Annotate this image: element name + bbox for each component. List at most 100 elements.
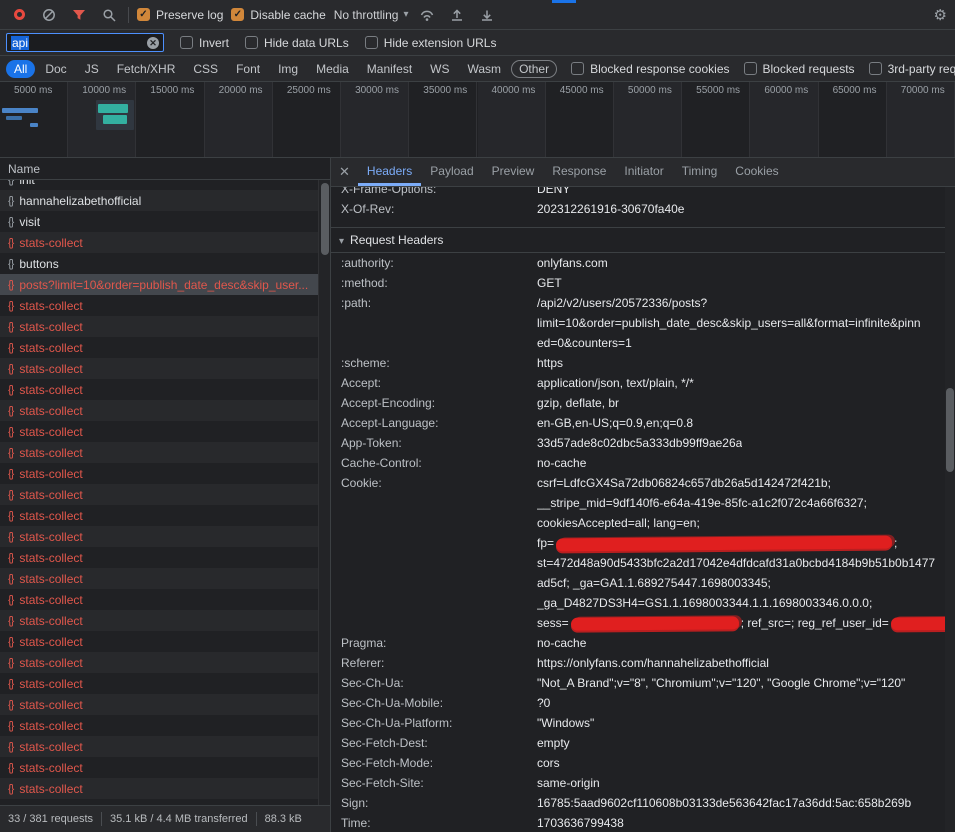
request-row[interactable]: {}buttons — [0, 253, 318, 274]
filter-chip-manifest[interactable]: Manifest — [359, 60, 420, 78]
filter-chip-css[interactable]: CSS — [185, 60, 226, 78]
header-name: Accept-Language: — [341, 413, 537, 433]
request-row[interactable]: {}stats-collect — [0, 631, 318, 652]
record-button[interactable] — [8, 4, 30, 26]
close-icon[interactable]: ✕ — [339, 164, 350, 180]
network-toolbar: ✓ Preserve log ✓ Disable cache No thrott… — [0, 0, 955, 30]
details-tab-preview[interactable]: Preview — [483, 158, 544, 186]
header-name: :method: — [341, 273, 537, 293]
filter-chip-other[interactable]: Other — [511, 60, 557, 78]
header-name: Sec-Fetch-Mode: — [341, 753, 537, 773]
hide-extension-urls-checkbox[interactable]: Hide extension URLs — [365, 36, 497, 50]
request-name: stats-collect — [19, 446, 82, 460]
request-row[interactable]: {}stats-collect — [0, 232, 318, 253]
throttling-select[interactable]: No throttling ▾ — [334, 8, 409, 22]
request-row[interactable]: {}stats-collect — [0, 337, 318, 358]
request-row[interactable]: {}stats-collect — [0, 778, 318, 799]
filter-chip-img[interactable]: Img — [270, 60, 306, 78]
details-tab-headers[interactable]: Headers — [358, 158, 421, 186]
request-row[interactable]: {}stats-collect — [0, 379, 318, 400]
header-row: Accept-Encoding:gzip, deflate, br — [331, 393, 945, 413]
request-row[interactable]: {}stats-collect — [0, 673, 318, 694]
disable-cache-checkbox[interactable]: ✓ Disable cache — [231, 8, 325, 22]
details-tab-initiator[interactable]: Initiator — [615, 158, 672, 186]
request-row[interactable]: {}stats-collect — [0, 589, 318, 610]
name-column-header[interactable]: Name — [0, 158, 330, 180]
export-har-button[interactable] — [476, 4, 498, 26]
request-row[interactable]: {}init — [0, 180, 318, 190]
request-row[interactable]: {}stats-collect — [0, 316, 318, 337]
request-headers-section-header[interactable]: ▾Request Headers — [331, 227, 945, 253]
request-row[interactable]: {}stats-collect — [0, 358, 318, 379]
blocked-requests-checkbox[interactable]: Blocked requests — [744, 62, 855, 76]
request-name: stats-collect — [19, 299, 82, 313]
filter-chip-all[interactable]: All — [6, 60, 35, 78]
request-name: stats-collect — [19, 677, 82, 691]
request-name: stats-collect — [19, 530, 82, 544]
third-party-requests-checkbox[interactable]: 3rd-party requests — [869, 62, 955, 76]
request-row[interactable]: {}stats-collect — [0, 295, 318, 316]
json-braces-icon: {} — [8, 180, 13, 186]
json-braces-icon: {} — [8, 699, 13, 711]
timeline-overview[interactable]: 5000 ms10000 ms15000 ms20000 ms25000 ms3… — [0, 82, 955, 158]
network-conditions-button[interactable] — [416, 4, 438, 26]
request-row[interactable]: {}stats-collect — [0, 400, 318, 421]
checkbox-icon — [744, 62, 757, 75]
request-row[interactable]: {}visit — [0, 211, 318, 232]
invert-checkbox[interactable]: Invert — [180, 36, 229, 50]
request-row[interactable]: {}stats-collect — [0, 736, 318, 757]
import-har-button[interactable] — [446, 4, 468, 26]
clear-button[interactable] — [38, 4, 60, 26]
filter-chip-js[interactable]: JS — [77, 60, 107, 78]
header-name: X-Frame-Options: — [341, 187, 537, 199]
request-name: stats-collect — [19, 362, 82, 376]
request-row[interactable]: {}stats-collect — [0, 568, 318, 589]
clear-filter-icon[interactable]: ✕ — [147, 37, 159, 49]
header-row: Accept-Language:en-GB,en-US;q=0.9,en;q=0… — [331, 413, 945, 433]
header-value: application/json, text/plain, */* — [537, 373, 694, 393]
request-row[interactable]: {}stats-collect — [0, 610, 318, 631]
request-row[interactable]: {}stats-collect — [0, 463, 318, 484]
request-row[interactable]: {}stats-collect — [0, 757, 318, 778]
scrollbar-thumb[interactable] — [946, 388, 954, 472]
request-row[interactable]: {}stats-collect — [0, 505, 318, 526]
request-row[interactable]: {}stats-collect — [0, 694, 318, 715]
request-row[interactable]: {}stats-collect — [0, 421, 318, 442]
filter-input[interactable]: api ✕ — [6, 33, 164, 52]
hide-data-urls-checkbox[interactable]: Hide data URLs — [245, 36, 349, 50]
header-row: Sec-Fetch-Dest:empty — [331, 733, 945, 753]
settings-gear-icon[interactable]: ⚙ — [934, 6, 947, 24]
details-scrollbar[interactable] — [945, 187, 955, 832]
request-name: stats-collect — [19, 656, 82, 670]
json-braces-icon: {} — [8, 321, 13, 333]
request-row[interactable]: {}stats-collect — [0, 442, 318, 463]
request-list-scrollbar[interactable] — [318, 180, 330, 805]
blocked-response-cookies-checkbox[interactable]: Blocked response cookies — [571, 62, 729, 76]
details-tab-timing[interactable]: Timing — [673, 158, 727, 186]
filter-chip-media[interactable]: Media — [308, 60, 357, 78]
details-tab-response[interactable]: Response — [543, 158, 615, 186]
request-row[interactable]: {}stats-collect — [0, 652, 318, 673]
request-name: stats-collect — [19, 236, 82, 250]
header-row: Sec-Ch-Ua:"Not_A Brand";v="8", "Chromium… — [331, 673, 945, 693]
search-button[interactable] — [98, 4, 120, 26]
details-tab-payload[interactable]: Payload — [421, 158, 482, 186]
request-row[interactable]: {}hannahelizabethofficial — [0, 190, 318, 211]
request-row[interactable]: {}stats-collect — [0, 715, 318, 736]
filter-chip-doc[interactable]: Doc — [37, 60, 74, 78]
timeline-column: 70000 ms — [887, 82, 955, 157]
preserve-log-checkbox[interactable]: ✓ Preserve log — [137, 8, 223, 22]
resources-size: 88.3 kB — [265, 813, 302, 825]
filter-chip-fetch-xhr[interactable]: Fetch/XHR — [109, 60, 184, 78]
headers-content: X-Frame-Options: DENY X-Of-Rev: 20231226… — [331, 187, 945, 832]
filter-toggle-button[interactable] — [68, 4, 90, 26]
request-row[interactable]: {}stats-collect — [0, 526, 318, 547]
filter-chip-ws[interactable]: WS — [422, 60, 457, 78]
scrollbar-thumb[interactable] — [321, 183, 329, 255]
request-row[interactable]: {}stats-collect — [0, 547, 318, 568]
details-tab-cookies[interactable]: Cookies — [726, 158, 787, 186]
request-row[interactable]: {}stats-collect — [0, 484, 318, 505]
filter-chip-font[interactable]: Font — [228, 60, 268, 78]
request-row[interactable]: {}posts?limit=10&order=publish_date_desc… — [0, 274, 318, 295]
filter-chip-wasm[interactable]: Wasm — [460, 60, 510, 78]
